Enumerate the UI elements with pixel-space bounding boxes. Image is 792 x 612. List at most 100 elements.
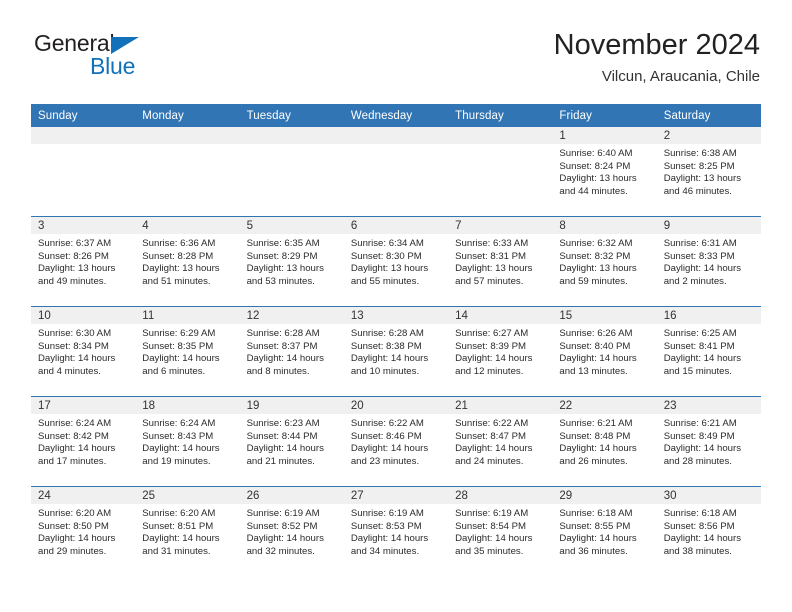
- calendar-day-cell[interactable]: 11 Sunrise: 6:29 AM Sunset: 8:35 PM Dayligh…: [135, 306, 240, 397]
- daylight-text: Daylight: 14 hours and 34 minutes.: [350, 533, 429, 557]
- daylight-text: Daylight: 14 hours and 38 minutes.: [663, 533, 742, 557]
- sunset-text: Sunset: 8:54 PM: [455, 520, 527, 532]
- calendar-day-cell[interactable]: 30 Sunrise: 6:18 AM Sunset: 8:56 PM Dayligh…: [656, 486, 761, 576]
- calendar-day-cell[interactable]: 12 Sunrise: 6:28 AM Sunset: 8:37 PM Dayligh…: [239, 306, 344, 397]
- calendar-day-cell[interactable]: 2 Sunrise: 6:38 AM Sunset: 8:25 PM Daylight…: [656, 127, 761, 217]
- sunset-text: Sunset: 8:42 PM: [38, 430, 109, 442]
- calendar-day-cell[interactable]: 22 Sunrise: 6:21 AM Sunset: 8:48 PM Dayligh…: [552, 396, 657, 487]
- calendar-day-cell[interactable]: 6 Sunrise: 6:34 AM Sunset: 8:30 PM Daylight…: [343, 216, 449, 307]
- sunset-text: Sunset: 8:38 PM: [350, 340, 422, 352]
- daylight-text: Daylight: 14 hours and 23 minutes.: [350, 443, 429, 467]
- day-details: Sunrise: 6:24 AM Sunset: 8:43 PM Daylight:…: [135, 414, 239, 468]
- day-number: 8: [552, 217, 657, 234]
- calendar-day-cell[interactable]: 16 Sunrise: 6:25 AM Sunset: 8:41 PM Dayligh…: [656, 306, 761, 397]
- calendar-day-cell[interactable]: 4 Sunrise: 6:36 AM Sunset: 8:28 PM Daylight…: [135, 216, 240, 307]
- day-number: 27: [343, 487, 449, 504]
- day-number: 5: [239, 217, 344, 234]
- sunrise-text: Sunrise: 6:29 AM: [142, 328, 216, 339]
- calendar-day-cell[interactable]: 18 Sunrise: 6:24 AM Sunset: 8:43 PM Dayligh…: [135, 396, 240, 487]
- sunrise-text: Sunrise: 6:19 AM: [246, 508, 320, 519]
- calendar-day-cell[interactable]: 14 Sunrise: 6:27 AM Sunset: 8:39 PM Dayligh…: [448, 306, 553, 397]
- calendar-day-cell[interactable]: 10 Sunrise: 6:30 AM Sunset: 8:34 PM Dayligh…: [31, 306, 136, 397]
- daylight-text: Daylight: 14 hours and 21 minutes.: [246, 443, 324, 467]
- day-content: 17 Sunrise: 6:24 AM Sunset: 8:42 PM Dayligh…: [31, 397, 136, 486]
- calendar-week-row: 3 Sunrise: 6:37 AM Sunset: 8:26 PM Daylight…: [31, 216, 761, 307]
- calendar-day-cell[interactable]: 7 Sunrise: 6:33 AM Sunset: 8:31 PM Daylight…: [448, 216, 553, 307]
- calendar-day-cell[interactable]: 3 Sunrise: 6:37 AM Sunset: 8:26 PM Daylight…: [31, 216, 136, 307]
- daylight-text: Daylight: 14 hours and 29 minutes.: [38, 533, 116, 557]
- day-number: 15: [552, 307, 657, 324]
- sunset-text: Sunset: 8:39 PM: [455, 340, 527, 352]
- daylight-text: Daylight: 13 hours and 57 minutes.: [455, 263, 533, 287]
- day-details: Sunrise: 6:27 AM Sunset: 8:39 PM Daylight:…: [448, 324, 552, 378]
- sunset-text: Sunset: 8:31 PM: [455, 250, 527, 262]
- calendar-day-cell[interactable]: 1 Sunrise: 6:40 AM Sunset: 8:24 PM Daylight…: [552, 127, 657, 217]
- calendar-day-cell[interactable]: 29 Sunrise: 6:18 AM Sunset: 8:55 PM Dayligh…: [552, 486, 657, 576]
- day-number: 13: [343, 307, 449, 324]
- sunset-text: Sunset: 8:55 PM: [559, 520, 631, 532]
- calendar-day-cell[interactable]: 23 Sunrise: 6:21 AM Sunset: 8:49 PM Dayligh…: [656, 396, 761, 487]
- calendar-day-cell[interactable]: 26 Sunrise: 6:19 AM Sunset: 8:52 PM Dayligh…: [239, 486, 344, 576]
- sunrise-text: Sunrise: 6:28 AM: [246, 328, 320, 339]
- day-content: 14 Sunrise: 6:27 AM Sunset: 8:39 PM Dayligh…: [448, 307, 553, 396]
- calendar-day-cell[interactable]: [31, 127, 136, 217]
- sunset-text: Sunset: 8:44 PM: [246, 430, 318, 442]
- sunrise-text: Sunrise: 6:33 AM: [455, 238, 529, 249]
- calendar-day-cell[interactable]: 19 Sunrise: 6:23 AM Sunset: 8:44 PM Dayligh…: [239, 396, 344, 487]
- day-details: Sunrise: 6:28 AM Sunset: 8:38 PM Daylight:…: [344, 324, 448, 378]
- day-content: 8 Sunrise: 6:32 AM Sunset: 8:32 PM Daylight…: [552, 217, 657, 306]
- calendar-day-cell[interactable]: [239, 127, 344, 217]
- sunset-text: Sunset: 8:24 PM: [559, 160, 631, 172]
- calendar-day-cell[interactable]: 25 Sunrise: 6:20 AM Sunset: 8:51 PM Dayligh…: [135, 486, 240, 576]
- sunrise-text: Sunrise: 6:36 AM: [142, 238, 216, 249]
- daylight-text: Daylight: 14 hours and 10 minutes.: [350, 353, 429, 377]
- daylight-text: Daylight: 13 hours and 51 minutes.: [142, 263, 220, 287]
- day-content: 30 Sunrise: 6:18 AM Sunset: 8:56 PM Dayligh…: [656, 487, 761, 576]
- day-number: [31, 127, 136, 144]
- day-content: 16 Sunrise: 6:25 AM Sunset: 8:41 PM Dayligh…: [656, 307, 761, 396]
- page-title: November 2024: [553, 29, 760, 61]
- day-content: 5 Sunrise: 6:35 AM Sunset: 8:29 PM Daylight…: [239, 217, 344, 306]
- calendar-day-cell[interactable]: 15 Sunrise: 6:26 AM Sunset: 8:40 PM Dayligh…: [552, 306, 657, 397]
- calendar-day-cell[interactable]: 5 Sunrise: 6:35 AM Sunset: 8:29 PM Daylight…: [239, 216, 344, 307]
- day-details: Sunrise: 6:37 AM Sunset: 8:26 PM Daylight:…: [31, 234, 135, 288]
- daylight-text: Daylight: 14 hours and 12 minutes.: [455, 353, 533, 377]
- calendar-day-cell[interactable]: 20 Sunrise: 6:22 AM Sunset: 8:46 PM Dayligh…: [343, 396, 449, 487]
- day-number: 19: [239, 397, 344, 414]
- calendar-week-row: 24 Sunrise: 6:20 AM Sunset: 8:50 PM Dayligh…: [31, 486, 761, 576]
- sunrise-text: Sunrise: 6:19 AM: [350, 508, 424, 519]
- sunrise-text: Sunrise: 6:21 AM: [559, 418, 633, 429]
- calendar-day-cell[interactable]: 27 Sunrise: 6:19 AM Sunset: 8:53 PM Dayligh…: [343, 486, 449, 576]
- day-details: Sunrise: 6:24 AM Sunset: 8:42 PM Daylight:…: [31, 414, 135, 468]
- calendar-day-cell[interactable]: [448, 127, 553, 217]
- calendar-day-cell[interactable]: [343, 127, 449, 217]
- day-content: 19 Sunrise: 6:23 AM Sunset: 8:44 PM Dayligh…: [239, 397, 344, 486]
- day-number: 22: [552, 397, 657, 414]
- calendar-day-cell[interactable]: 17 Sunrise: 6:24 AM Sunset: 8:42 PM Dayligh…: [31, 396, 136, 487]
- empty-day: [343, 127, 449, 216]
- day-number: 25: [135, 487, 240, 504]
- calendar-day-cell[interactable]: 21 Sunrise: 6:22 AM Sunset: 8:47 PM Dayligh…: [448, 396, 553, 487]
- day-number: 11: [135, 307, 240, 324]
- day-content: 4 Sunrise: 6:36 AM Sunset: 8:28 PM Daylight…: [135, 217, 240, 306]
- calendar-day-cell[interactable]: 9 Sunrise: 6:31 AM Sunset: 8:33 PM Daylight…: [656, 216, 761, 307]
- calendar-week-row: 1 Sunrise: 6:40 AM Sunset: 8:24 PM Daylight…: [31, 127, 761, 217]
- sunrise-text: Sunrise: 6:20 AM: [142, 508, 216, 519]
- day-content: 13 Sunrise: 6:28 AM Sunset: 8:38 PM Dayligh…: [343, 307, 449, 396]
- weekday-header-wednesday: Wednesday: [343, 104, 449, 127]
- calendar-day-cell[interactable]: 8 Sunrise: 6:32 AM Sunset: 8:32 PM Daylight…: [552, 216, 657, 307]
- day-details: Sunrise: 6:36 AM Sunset: 8:28 PM Daylight:…: [135, 234, 239, 288]
- day-details: Sunrise: 6:31 AM Sunset: 8:33 PM Daylight:…: [657, 234, 761, 288]
- sunset-text: Sunset: 8:33 PM: [663, 250, 735, 262]
- day-number: 6: [343, 217, 449, 234]
- calendar-day-cell[interactable]: 24 Sunrise: 6:20 AM Sunset: 8:50 PM Dayligh…: [31, 486, 136, 576]
- calendar-week-row: 10 Sunrise: 6:30 AM Sunset: 8:34 PM Dayligh…: [31, 306, 761, 397]
- calendar-day-cell[interactable]: 13 Sunrise: 6:28 AM Sunset: 8:38 PM Dayligh…: [343, 306, 449, 397]
- day-details: Sunrise: 6:35 AM Sunset: 8:29 PM Daylight:…: [240, 234, 344, 288]
- day-content: 26 Sunrise: 6:19 AM Sunset: 8:52 PM Dayligh…: [239, 487, 344, 576]
- sunset-text: Sunset: 8:34 PM: [38, 340, 109, 352]
- calendar-day-cell[interactable]: [135, 127, 240, 217]
- calendar-day-cell[interactable]: 28 Sunrise: 6:19 AM Sunset: 8:54 PM Dayligh…: [448, 486, 553, 576]
- day-content: 25 Sunrise: 6:20 AM Sunset: 8:51 PM Dayligh…: [135, 487, 240, 576]
- sunset-text: Sunset: 8:28 PM: [142, 250, 214, 262]
